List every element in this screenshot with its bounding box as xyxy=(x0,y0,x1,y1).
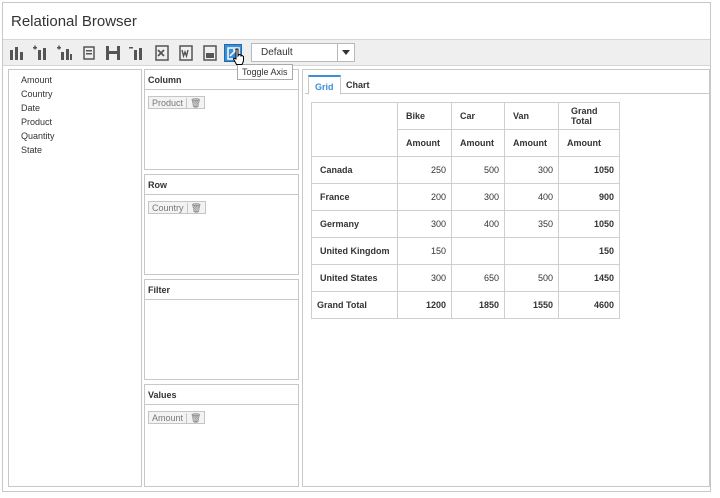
value-cell: 500 xyxy=(504,264,559,292)
row-axis: Row Country 🗑 xyxy=(144,174,299,275)
total-cell: 1200 xyxy=(397,291,452,319)
total-cell: 1450 xyxy=(558,264,620,292)
tab-strip: Grid Chart xyxy=(305,72,709,95)
chip-label: Product xyxy=(152,98,184,108)
total-cell: 900 xyxy=(558,183,620,211)
filter-axis: Filter xyxy=(144,279,299,380)
tab-chart[interactable]: Chart xyxy=(340,75,376,95)
value-cell: 350 xyxy=(504,210,559,238)
row-header[interactable]: France xyxy=(311,183,398,211)
report-select-value: Default xyxy=(261,47,293,58)
values-axis-header: Values xyxy=(145,385,298,405)
table-row: Grand Total 1200 1850 1550 4600 xyxy=(311,291,620,319)
add-chart-icon[interactable] xyxy=(56,44,74,62)
field-item-country[interactable]: Country xyxy=(21,89,53,99)
table-row: Canada 250 500 300 1050 xyxy=(311,156,620,184)
value-cell: 200 xyxy=(397,183,452,211)
export-word-icon[interactable] xyxy=(176,44,194,62)
total-cell: 1850 xyxy=(451,291,505,319)
row-header[interactable]: United Kingdom xyxy=(311,237,398,265)
value-cell xyxy=(504,237,559,265)
row-header[interactable]: Canada xyxy=(311,156,398,184)
value-cell: 300 xyxy=(397,210,452,238)
measure-header: Amount xyxy=(451,129,505,157)
value-cell: 300 xyxy=(397,264,452,292)
row-axis-header: Row xyxy=(145,175,298,195)
hand-cursor-icon xyxy=(232,48,244,65)
value-cell: 650 xyxy=(451,264,505,292)
values-chip-amount[interactable]: Amount 🗑 xyxy=(148,411,206,424)
row-header[interactable]: United States xyxy=(311,264,398,292)
total-cell: 1050 xyxy=(558,210,620,238)
report-select[interactable]: Default xyxy=(251,43,355,62)
measure-header: Amount xyxy=(397,129,452,157)
trash-icon[interactable]: 🗑 xyxy=(186,98,201,109)
row-header[interactable]: Germany xyxy=(311,210,398,238)
remove-report-icon[interactable] xyxy=(128,44,146,62)
column-header-car[interactable]: Car xyxy=(451,102,505,130)
filter-axis-header: Filter xyxy=(145,280,298,300)
column-chip-product[interactable]: Product 🗑 xyxy=(148,96,206,109)
table-row: Germany 300 400 350 1050 xyxy=(311,210,620,238)
export-pdf-icon[interactable] xyxy=(200,44,218,62)
add-report-icon[interactable] xyxy=(32,44,50,62)
value-cell: 250 xyxy=(397,156,452,184)
value-cell: 150 xyxy=(397,237,452,265)
save-icon[interactable] xyxy=(104,44,122,62)
trash-icon[interactable]: 🗑 xyxy=(186,203,202,214)
column-header-van[interactable]: Van xyxy=(504,102,559,130)
app-title: Relational Browser xyxy=(11,13,137,30)
field-item-quantity[interactable]: Quantity xyxy=(21,131,55,141)
row-chip-country[interactable]: Country 🗑 xyxy=(148,201,206,214)
tooltip: Toggle Axis xyxy=(237,64,293,80)
rename-report-icon[interactable] xyxy=(80,44,98,62)
field-item-product[interactable]: Product xyxy=(21,117,52,127)
total-cell: 4600 xyxy=(558,291,620,319)
tab-grid[interactable]: Grid xyxy=(308,75,341,95)
total-cell: 1050 xyxy=(558,156,620,184)
total-cell: 150 xyxy=(558,237,620,265)
value-cell xyxy=(451,237,505,265)
value-cell: 400 xyxy=(504,183,559,211)
export-excel-icon[interactable] xyxy=(152,44,170,62)
values-axis: Values Amount 🗑 xyxy=(144,384,299,487)
field-list: Amount Country Date Product Quantity Sta… xyxy=(8,69,142,487)
app-window: Relational Browser Default Toggle Axis A… xyxy=(2,2,711,492)
table-row: France 200 300 400 900 xyxy=(311,183,620,211)
chip-label: Country xyxy=(152,203,184,213)
value-cell: 500 xyxy=(451,156,505,184)
pivot-grid: Bike Car Van Grand Total Amount Amount A… xyxy=(311,102,620,319)
column-axis: Column Product 🗑 xyxy=(144,69,299,170)
grid-corner xyxy=(311,102,398,157)
new-report-icon[interactable] xyxy=(8,44,26,62)
row-header: Grand Total xyxy=(311,291,398,319)
column-header-bike[interactable]: Bike xyxy=(397,102,452,130)
table-row: United Kingdom 150 150 xyxy=(311,237,620,265)
results-panel: Grid Chart Bike Car Van Grand Total Amou… xyxy=(302,69,710,487)
field-item-date[interactable]: Date xyxy=(21,103,40,113)
field-item-amount[interactable]: Amount xyxy=(21,75,52,85)
chevron-down-icon[interactable] xyxy=(337,44,354,61)
measure-header: Amount xyxy=(504,129,559,157)
measure-header: Amount xyxy=(558,129,620,157)
column-header-grand-total: Grand Total xyxy=(558,102,620,130)
value-cell: 400 xyxy=(451,210,505,238)
total-cell: 1550 xyxy=(504,291,559,319)
field-item-state[interactable]: State xyxy=(21,145,42,155)
value-cell: 300 xyxy=(451,183,505,211)
value-cell: 300 xyxy=(504,156,559,184)
chip-label: Amount xyxy=(152,413,184,423)
table-row: United States 300 650 500 1450 xyxy=(311,264,620,292)
trash-icon[interactable]: 🗑 xyxy=(186,413,201,424)
toolbar: Default xyxy=(3,39,710,66)
